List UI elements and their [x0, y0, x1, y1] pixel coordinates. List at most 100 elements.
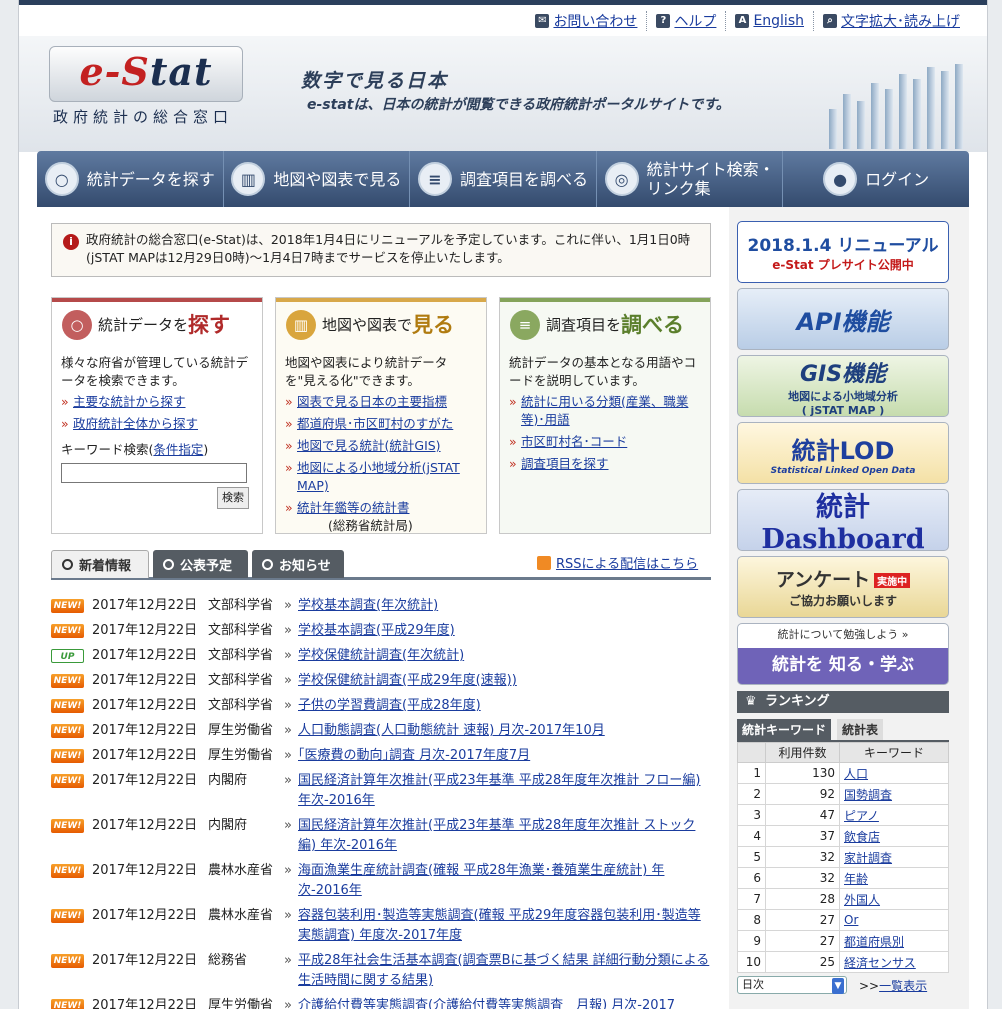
english-icon: A [735, 14, 750, 28]
news-date: 2017年12月22日 [92, 623, 198, 638]
nav-survey-items[interactable]: ≡ 調査項目を調べる [409, 151, 596, 207]
nav-search-data[interactable]: ○ 統計データを探す [37, 151, 223, 207]
news-title-link[interactable]: 学校基本調査(平成29年度) [298, 621, 713, 641]
arrow-icon: » [284, 723, 292, 738]
renewal-banner[interactable]: 2018.1.4 リニューアル e-Stat プレサイト公開中 [737, 221, 949, 283]
news-title-link[interactable]: ｢医療費の動向｣調査 月次-2017年度7月 [298, 746, 713, 766]
rank-keyword[interactable]: 外国人 [839, 888, 949, 910]
rank-count: 27 [765, 909, 840, 931]
arrow-icon: » [284, 863, 292, 878]
news-item: NEW! 2017年12月22日 総務省 » 平成28年社会生活基本調査(調査票Bに基づ… [51, 951, 713, 991]
user-icon: ● [823, 162, 858, 196]
learn-banner[interactable]: 統計について勉強しよう » 統計を 知る・学ぶ [737, 623, 949, 685]
news-title-link[interactable]: 海面漁業生産統計調査(確報 平成28年漁業･養殖業生産統計) 年次-2016年 [298, 861, 713, 901]
news-item: NEW! 2017年12月22日 農林水産省 » 容器包装利用･製造等実態調査(確報 平… [51, 906, 713, 946]
nav-maps-charts[interactable]: ▥ 地図や図表で見る [222, 151, 410, 207]
search-data-heading[interactable]: ○ 統計データを 探す [52, 302, 262, 348]
view-maps-heading[interactable]: ▥ 地図や図表で 見る [276, 302, 486, 348]
ranking-row: 6 32 年齢 [737, 867, 949, 889]
news-title-link[interactable]: 容器包装利用･製造等実態調査(確報 平成29年度容器包装利用･製造等実態調査) … [298, 906, 713, 946]
survey-banner[interactable]: アンケート 実施中 ご協力お願いします [737, 556, 949, 618]
rank-keyword[interactable]: 年齢 [839, 867, 949, 889]
news-item: NEW! 2017年12月22日 文部科学省 » 学校保健統計調査(平成29年度(速報)… [51, 671, 713, 691]
news-title-link[interactable]: 人口動態調査(人口動態統計 速報) 月次-2017年10月 [298, 721, 713, 741]
english-link[interactable]: A English [725, 11, 813, 31]
view-all-link[interactable]: >>一覧表示 [859, 977, 927, 994]
logo-text: e-Stat [79, 49, 213, 94]
info-icon: i [63, 234, 79, 250]
news-title-link[interactable]: 介護給付費等実態調査(介護給付費等実態調査 月報) 月次-2017 [298, 996, 713, 1009]
gis-banner[interactable]: GIS機能 地図による小地域分析( jSTAT MAP ) [737, 355, 949, 417]
api-banner[interactable]: API機能 [737, 288, 949, 350]
rss-icon [537, 555, 551, 570]
news-date: 2017年12月22日 [92, 598, 198, 613]
search-button[interactable]: 検索 [217, 487, 249, 509]
tab-stat-tables[interactable]: 統計表 [837, 719, 884, 740]
ranking-row: 2 92 国勢調査 [737, 783, 949, 805]
keyword-input[interactable] [61, 463, 247, 483]
news-date: 2017年12月22日 [92, 818, 198, 833]
rank-keyword[interactable]: 人口 [839, 762, 949, 784]
lod-banner[interactable]: 統計LOD Statistical Linked Open Data [737, 422, 949, 484]
rank-number: 4 [737, 825, 766, 847]
news-item: NEW! 2017年12月22日 文部科学省 » 学校基本調査(年次統計) [51, 596, 713, 616]
nav-login[interactable]: ● ログイン [782, 151, 969, 207]
news-date: 2017年12月22日 [92, 748, 198, 763]
tab-release-schedule[interactable]: 公表予定 [153, 550, 248, 578]
link-municipality-codes[interactable]: 市区町村名･コード [509, 433, 701, 451]
tagline: 数字で見る日本 [301, 70, 449, 92]
news-title-link[interactable]: 国民経済計算年次推計(平成23年基準 平成28年度年次推計 ストック編) 年次-… [298, 816, 713, 856]
global-nav: ○ 統計データを探す ▥ 地図や図表で見る ≡ 調査項目を調べる ◎ 統計サイト検索・ リンク… [37, 151, 969, 207]
ranking-row: 1 130 人口 [737, 762, 949, 784]
tab-new-info[interactable]: 新着情報 [51, 550, 149, 578]
link-yearbooks[interactable]: 統計年鑑等の統計書 [285, 499, 477, 517]
link-classifications[interactable]: 統計に用いる分類(産業、職業等)･用語 [509, 393, 701, 429]
ranking-row: 7 28 外国人 [737, 888, 949, 910]
link-major-stats[interactable]: 主要な統計から探す [61, 393, 253, 411]
help-icon: ? [656, 14, 671, 28]
arrow-icon: » [284, 773, 292, 788]
map-chart-icon: ▥ [231, 162, 266, 196]
rank-keyword[interactable]: 飲食店 [839, 825, 949, 847]
tab-stat-keywords[interactable]: 統計キーワード [737, 719, 832, 740]
contact-link[interactable]: ✉ お問い合わせ [526, 11, 646, 31]
rank-keyword[interactable]: 都道府県別 [839, 930, 949, 952]
period-select[interactable]: 日次 [737, 976, 847, 994]
link-survey-items[interactable]: 調査項目を探す [509, 455, 701, 473]
zoom-icon: ⌕ [823, 14, 837, 28]
news-title-link[interactable]: 平成28年社会生活基本調査(調査票Bに基づく結果 詳細行動分類による生活時間に関… [298, 951, 713, 991]
rank-keyword[interactable]: 国勢調査 [839, 783, 949, 805]
advanced-search-link[interactable]: 条件指定 [153, 442, 203, 457]
new-badge: NEW! [51, 624, 84, 638]
tab-announcements[interactable]: お知らせ [252, 550, 344, 578]
news-title-link[interactable]: 学校基本調査(年次統計) [298, 596, 713, 616]
link-all-stats[interactable]: 政府統計全体から探す [61, 415, 253, 433]
news-ministry: 総務省 [208, 953, 248, 968]
accessibility-link[interactable]: ⌕ 文字拡大･読み上げ [813, 11, 969, 31]
dashboard-banner[interactable]: 統計 Dashboard [737, 489, 949, 555]
news-title-link[interactable]: 学校保健統計調査(年次統計) [298, 646, 713, 666]
nav-site-search[interactable]: ◎ 統計サイト検索・ リンク集 [595, 151, 783, 207]
news-title-link[interactable]: 学校保健統計調査(平成29年度(速報)) [298, 671, 713, 691]
link-jstat-map[interactable]: 地図による小地域分析(jSTAT MAP) [285, 459, 477, 495]
rss-link[interactable]: RSSによる配信はこちら [537, 553, 698, 572]
arrow-icon: » [284, 818, 292, 833]
rank-keyword[interactable]: 家計調査 [839, 846, 949, 868]
rank-keyword[interactable]: ピアノ [839, 804, 949, 826]
keyword-search: キーワード検索(条件指定) 検索 [52, 437, 262, 509]
news-title-link[interactable]: 国民経済計算年次推計(平成23年基準 平成28年度年次推計 フロー編) 年次-2… [298, 771, 713, 811]
link-prefecture-profiles[interactable]: 都道府県･市区町村のすがた [285, 415, 477, 433]
rank-keyword[interactable]: Or [839, 909, 949, 931]
link-stat-gis[interactable]: 地図で見る統計(統計GIS) [285, 437, 477, 455]
news-date: 2017年12月22日 [92, 648, 198, 663]
link-key-indicators[interactable]: 図表で見る日本の主要指標 [285, 393, 477, 411]
survey-items-box: ≡調査項目を調べる 統計データの基本となる用語やコードを説明しています。 統計に… [499, 297, 711, 534]
search-icon: ○ [44, 162, 79, 196]
rank-keyword[interactable]: 経済センサス [839, 951, 949, 973]
survey-items-heading[interactable]: ≡ 調査項目を 調べる [500, 302, 710, 348]
estat-logo[interactable]: e-Stat [49, 46, 243, 102]
rank-number: 8 [737, 909, 766, 931]
logo-subtitle: 政府統計の総合窓口 [53, 108, 234, 126]
help-link[interactable]: ? ヘルプ [646, 11, 725, 31]
news-title-link[interactable]: 子供の学習費調査(平成28年度) [298, 696, 713, 716]
